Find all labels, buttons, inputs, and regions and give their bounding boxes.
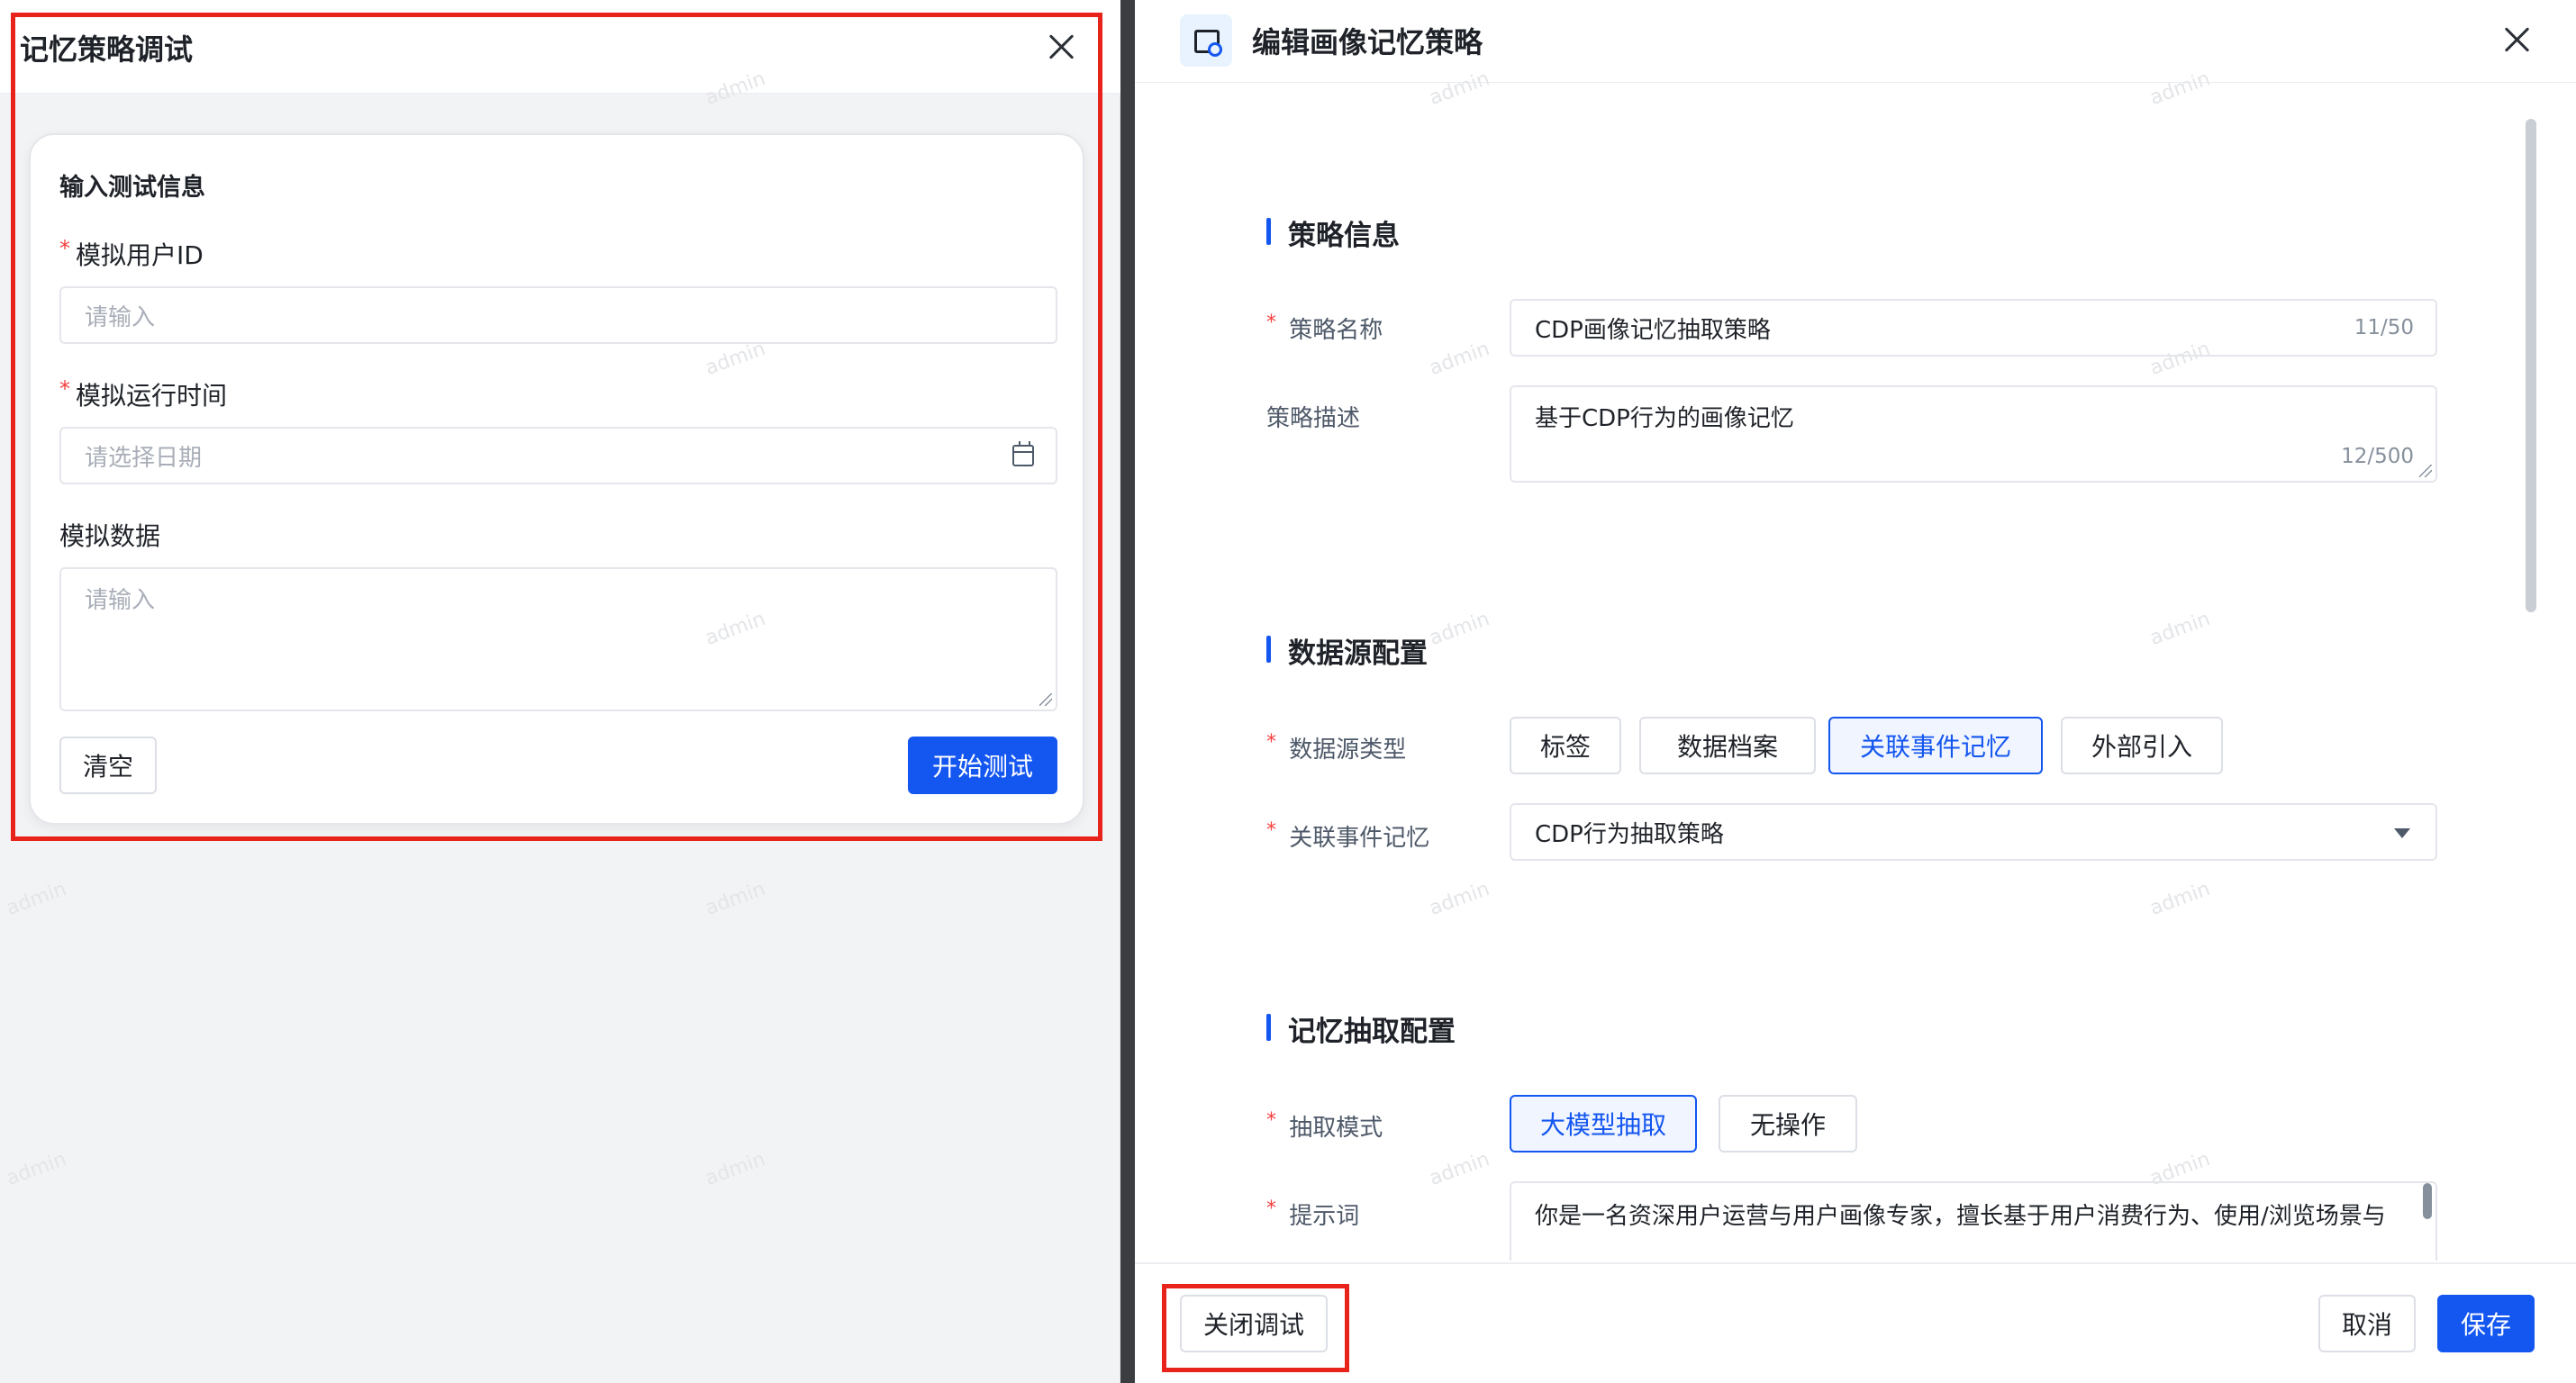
required-mark: * [59, 376, 70, 402]
required-mark: * [1266, 819, 1276, 842]
debug-close-icon[interactable] [1041, 27, 1081, 67]
linked-event-select[interactable]: CDP行为抽取策略 [1510, 803, 2437, 861]
prompt-value: 你是一名资深用户运营与用户画像专家，擅长基于用户消费行为、使用/浏览场景与 [1535, 1203, 2386, 1230]
watermark: admin [1426, 877, 1493, 921]
section-extraction: 记忆抽取配置 [1266, 1008, 1456, 1049]
edit-close-icon[interactable] [2497, 20, 2536, 59]
calendar-icon[interactable] [1012, 441, 1034, 466]
linked-event-value: CDP行为抽取策略 [1535, 820, 1724, 848]
prompt-scrollbar[interactable] [2423, 1183, 2432, 1219]
user-id-placeholder: 请输入 [85, 303, 156, 331]
run-time-label: * 模拟运行时间 [59, 376, 228, 411]
watermark: admin [1426, 1147, 1493, 1191]
run-time-date-picker[interactable]: 请选择日期 [59, 427, 1057, 484]
required-mark: * [1266, 1198, 1276, 1220]
resize-handle-icon[interactable] [2419, 465, 2432, 477]
resize-handle-icon[interactable] [1039, 693, 1052, 706]
section-strategy-info: 策略信息 [1266, 212, 1400, 253]
extract-option-llm[interactable]: 大模型抽取 [1510, 1095, 1697, 1152]
required-mark: * [59, 236, 70, 261]
edit-panel-title: 编辑画像记忆策略 [1252, 25, 1483, 59]
extract-mode-label: * 抽取模式 [1266, 1109, 1383, 1142]
mock-data-placeholder: 请输入 [85, 587, 156, 614]
watermark: admin [702, 877, 769, 921]
strategy-name-value: CDP画像记忆抽取策略 [1535, 316, 1771, 344]
close-debug-button[interactable]: 关闭调试 [1180, 1295, 1328, 1352]
panel-divider [1120, 0, 1135, 1383]
required-mark: * [1266, 312, 1276, 334]
required-mark: * [1266, 731, 1276, 754]
edit-panel: 编辑画像记忆策略 策略信息 * 策略名称 CDP画像记忆抽取策略 11/50 策… [1135, 0, 2576, 1383]
debug-panel-title: 记忆策略调试 [20, 32, 194, 67]
test-input-card: 输入测试信息 * 模拟用户ID 请输入 * 模拟运行时间 请选择日期 模拟数据 请输… [29, 133, 1084, 825]
watermark: admin [3, 1147, 70, 1191]
strategy-desc-value: 基于CDP行为的画像记忆 [1535, 405, 1794, 432]
cancel-button[interactable]: 取消 [2318, 1295, 2416, 1352]
source-type-label: * 数据源类型 [1266, 731, 1407, 764]
source-option-archive[interactable]: 数据档案 [1639, 717, 1816, 774]
mock-data-label: 模拟数据 [59, 521, 161, 551]
watermark: admin [2146, 877, 2214, 921]
mock-data-textarea[interactable]: 请输入 [59, 567, 1057, 711]
edit-panel-footer: 关闭调试 取消 保存 [1135, 1262, 2576, 1383]
user-id-input[interactable]: 请输入 [59, 286, 1057, 344]
debug-panel: 记忆策略调试 输入测试信息 * 模拟用户ID 请输入 * 模拟运行时间 请选择日期 … [0, 0, 1120, 1383]
source-option-linked-event[interactable]: 关联事件记忆 [1828, 717, 2043, 774]
image-memory-icon [1180, 14, 1232, 67]
start-test-button[interactable]: 开始测试 [908, 737, 1057, 794]
prompt-textarea[interactable]: 你是一名资深用户运营与用户画像专家，擅长基于用户消费行为、使用/浏览场景与 [1510, 1181, 2437, 1261]
required-mark: * [1266, 1109, 1276, 1132]
card-title: 输入测试信息 [59, 174, 205, 202]
chevron-down-icon[interactable] [2394, 828, 2410, 838]
strategy-name-input[interactable]: CDP画像记忆抽取策略 11/50 [1510, 299, 2437, 357]
watermark: admin [3, 877, 70, 921]
watermark: admin [1426, 607, 1493, 651]
edit-panel-header: 编辑画像记忆策略 [1135, 0, 2576, 83]
extract-option-none[interactable]: 无操作 [1719, 1095, 1857, 1152]
strategy-name-label: * 策略名称 [1266, 312, 1383, 344]
save-button[interactable]: 保存 [2437, 1295, 2535, 1352]
panel-scrollbar[interactable] [2526, 119, 2536, 612]
watermark: admin [702, 1147, 769, 1191]
section-datasource: 数据源配置 [1266, 630, 1428, 671]
strategy-desc-textarea[interactable]: 基于CDP行为的画像记忆 12/500 [1510, 385, 2437, 483]
user-id-label: * 模拟用户ID [59, 236, 204, 270]
watermark: admin [1426, 337, 1493, 381]
desc-char-counter: 12/500 [2341, 445, 2414, 468]
watermark: admin [2146, 607, 2214, 651]
clear-button[interactable]: 清空 [59, 737, 157, 794]
linked-event-label: * 关联事件记忆 [1266, 819, 1430, 852]
name-char-counter: 11/50 [2354, 316, 2414, 339]
strategy-desc-label: 策略描述 [1266, 405, 1361, 432]
debug-panel-header: 记忆策略调试 [0, 0, 1120, 94]
run-time-placeholder: 请选择日期 [85, 444, 203, 472]
prompt-label: * 提示词 [1266, 1198, 1360, 1230]
source-option-tag[interactable]: 标签 [1510, 717, 1621, 774]
source-option-external[interactable]: 外部引入 [2061, 717, 2223, 774]
